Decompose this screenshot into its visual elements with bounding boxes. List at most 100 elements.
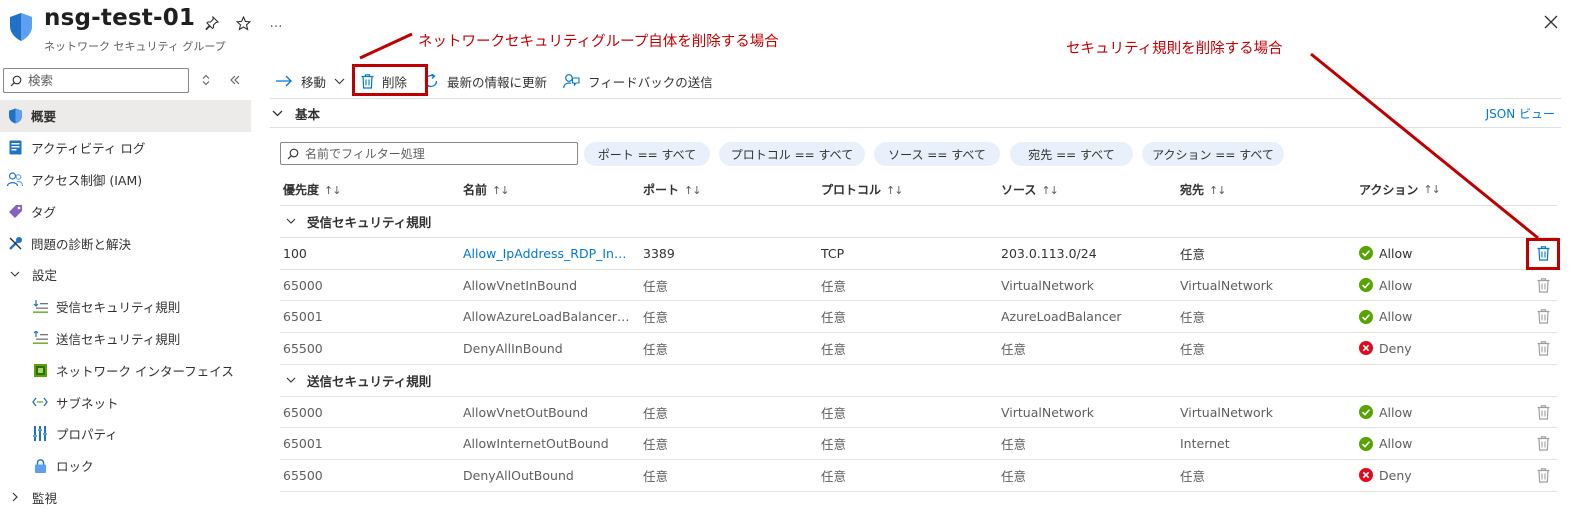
sidebar-group-settings[interactable]: 設定 bbox=[0, 259, 251, 291]
close-icon[interactable] bbox=[1541, 12, 1561, 32]
group-header-inbound[interactable]: 受信セキュリティ規則 bbox=[280, 206, 1557, 238]
sidebar-item-iam[interactable]: アクセス制御 (IAM) bbox=[0, 164, 251, 196]
page-title: nsg-test-01 bbox=[44, 5, 196, 31]
port-cell: 任意 bbox=[643, 405, 669, 421]
delete-rule-trash-icon[interactable] bbox=[1534, 309, 1552, 324]
collapse-sidebar-icon[interactable] bbox=[227, 72, 243, 88]
chevron-down-icon bbox=[272, 110, 283, 117]
port-cell: 任意 bbox=[643, 278, 669, 294]
sidebar-item-label: 問題の診断と解決 bbox=[31, 236, 132, 252]
action-cell: Allow bbox=[1359, 278, 1509, 293]
sort-updown-icon[interactable] bbox=[198, 72, 214, 88]
column-header-priority[interactable]: 優先度 ↑↓ bbox=[283, 181, 453, 198]
deny-x-icon bbox=[1359, 468, 1373, 483]
table-row[interactable]: 65001 AllowInternetOutBound 任意 任意 任意 Internet… bbox=[280, 428, 1557, 461]
sidebar-item-locks[interactable]: ロック bbox=[0, 450, 251, 482]
table-row[interactable]: 65001 AllowAzureLoadBalancerInBound 任意 任意 Az… bbox=[280, 301, 1557, 334]
filter-pill-port[interactable]: ポート == すべて bbox=[584, 142, 710, 166]
name-filter[interactable] bbox=[280, 142, 578, 165]
sidebar-item-inbound-rules[interactable]: 受信セキュリティ規則 bbox=[0, 291, 251, 323]
sidebar-item-properties[interactable]: プロパティ bbox=[0, 418, 251, 450]
allow-check-icon bbox=[1359, 246, 1373, 261]
delete-rule-trash-icon[interactable] bbox=[1534, 277, 1552, 293]
sidebar-item-subnets[interactable]: サブネット bbox=[0, 386, 251, 418]
pin-icon[interactable] bbox=[201, 12, 223, 34]
sidebar-item-label: 概要 bbox=[31, 109, 57, 125]
action-cell: Allow bbox=[1359, 309, 1509, 324]
filter-pill-destination[interactable]: 宛先 == すべて bbox=[1010, 142, 1133, 166]
action-label: Allow bbox=[1379, 245, 1413, 261]
column-header-destination[interactable]: 宛先 ↑↓ bbox=[1180, 181, 1350, 198]
group-header-outbound[interactable]: 送信セキュリティ規則 bbox=[280, 365, 1557, 397]
delete-rule-trash-icon[interactable] bbox=[1534, 341, 1552, 356]
column-header-port[interactable]: ポート ↑↓ bbox=[643, 181, 813, 198]
sidebar-search-input[interactable] bbox=[28, 73, 178, 88]
column-header-action[interactable]: アクション ↑↓ bbox=[1359, 181, 1509, 198]
rule-name-cell: AllowVnetOutBound bbox=[463, 404, 589, 420]
allow-check-icon bbox=[1359, 405, 1373, 420]
sidebar-item-activity-log[interactable]: アクティビティ ログ bbox=[0, 132, 251, 164]
toolbar-divider bbox=[270, 98, 1561, 99]
destination-cell: 任意 bbox=[1180, 246, 1206, 262]
sidebar-item-outbound-rules[interactable]: 送信セキュリティ規則 bbox=[0, 323, 251, 355]
sidebar-item-label: ロック bbox=[56, 459, 94, 475]
table-row[interactable]: 65500 DenyAllInBound 任意 任意 任意 任意 Deny bbox=[280, 333, 1557, 365]
sidebar-group-monitoring[interactable]: 監視 bbox=[0, 482, 251, 511]
protocol-cell: 任意 bbox=[821, 310, 847, 326]
feedback-button[interactable]: フィードバックの送信 bbox=[563, 68, 713, 94]
column-header-protocol[interactable]: プロトコル ↑↓ bbox=[821, 181, 991, 198]
protocol-cell: 任意 bbox=[821, 405, 847, 421]
sidebar-item-label: 監視 bbox=[32, 490, 58, 506]
more-options-icon[interactable]: … bbox=[265, 12, 287, 34]
name-filter-input[interactable] bbox=[305, 146, 565, 161]
table-row[interactable]: 100 Allow_IpAddress_RDP_Inbound 3389 TCP 203… bbox=[280, 238, 1557, 270]
sidebar-item-overview[interactable]: 概要 bbox=[0, 100, 251, 132]
sidebar-item-label: サブネット bbox=[56, 395, 119, 411]
delete-rule-trash-icon[interactable] bbox=[1534, 468, 1552, 483]
shield-icon bbox=[7, 108, 23, 124]
column-header-source[interactable]: ソース ↑↓ bbox=[1001, 181, 1171, 198]
grid-header: 優先度 ↑↓ 名前 ↑↓ ポート ↑↓ プロトコル ↑↓ ソース ↑↓ 宛先 ↑↓ アクショ… bbox=[280, 173, 1557, 206]
sidebar-item-diagnose[interactable]: 問題の診断と解決 bbox=[0, 227, 251, 259]
source-cell: 任意 bbox=[1001, 468, 1027, 484]
priority-cell: 65001 bbox=[283, 436, 323, 452]
group-label: 送信セキュリティ規則 bbox=[307, 373, 432, 389]
action-label: Allow bbox=[1379, 436, 1413, 452]
column-header-name[interactable]: 名前 ↑↓ bbox=[463, 181, 631, 198]
sidebar-item-tags[interactable]: タグ bbox=[0, 195, 251, 227]
chevron-down-icon bbox=[285, 377, 297, 384]
move-button[interactable]: 移動 bbox=[276, 68, 345, 94]
json-view-link[interactable]: JSON ビュー bbox=[1486, 105, 1555, 122]
sidebar-item-label: 受信セキュリティ規則 bbox=[56, 300, 181, 316]
filter-pill-action[interactable]: アクション == すべて bbox=[1142, 142, 1284, 166]
lock-icon bbox=[32, 458, 48, 474]
refresh-button[interactable]: 最新の情報に更新 bbox=[423, 68, 547, 94]
rule-name-cell: DenyAllOutBound bbox=[463, 467, 574, 483]
rule-delete-highlight bbox=[1526, 238, 1560, 270]
filter-pill-protocol[interactable]: プロトコル == すべて bbox=[719, 142, 865, 166]
sidebar-item-network-interfaces[interactable]: ネットワーク インターフェイス bbox=[0, 354, 251, 386]
table-row[interactable]: 65500 DenyAllOutBound 任意 任意 任意 任意 Deny bbox=[280, 460, 1557, 492]
priority-cell: 65500 bbox=[283, 467, 323, 483]
outbound-rules-icon bbox=[32, 330, 48, 346]
sidebar-search[interactable] bbox=[3, 68, 189, 93]
port-cell: 任意 bbox=[643, 341, 669, 357]
destination-cell: VirtualNetwork bbox=[1180, 404, 1274, 420]
table-row[interactable]: 65000 AllowVnetOutBound 任意 任意 VirtualNetwork… bbox=[280, 397, 1557, 429]
network-interface-icon bbox=[32, 362, 48, 378]
delete-rule-trash-icon[interactable] bbox=[1534, 436, 1552, 451]
essentials-toggle[interactable]: 基本 bbox=[272, 104, 320, 123]
delete-rule-trash-icon[interactable] bbox=[1534, 404, 1552, 420]
command-bar: 移動 削除 最新の情報に更新 フィードバックの送信 bbox=[276, 68, 713, 94]
rules-grid: 優先度 ↑↓ 名前 ↑↓ ポート ↑↓ プロトコル ↑↓ ソース ↑↓ 宛先 ↑↓ アクショ… bbox=[280, 173, 1557, 492]
rule-name-link[interactable]: Allow_IpAddress_RDP_Inbound bbox=[463, 246, 631, 261]
protocol-cell: 任意 bbox=[821, 341, 847, 357]
rule-name-cell: AllowAzureLoadBalancerInBound bbox=[463, 309, 631, 325]
table-row[interactable]: 65000 AllowVnetInBound 任意 任意 VirtualNetwork V… bbox=[280, 270, 1557, 302]
sort-icon: ↑↓ bbox=[1041, 183, 1058, 197]
chevron-down-icon bbox=[285, 218, 297, 225]
sort-icon: ↑↓ bbox=[1209, 183, 1226, 197]
allow-check-icon bbox=[1359, 436, 1373, 451]
filter-pill-source[interactable]: ソース == すべて bbox=[874, 142, 1000, 166]
favorite-star-icon[interactable] bbox=[232, 12, 254, 34]
